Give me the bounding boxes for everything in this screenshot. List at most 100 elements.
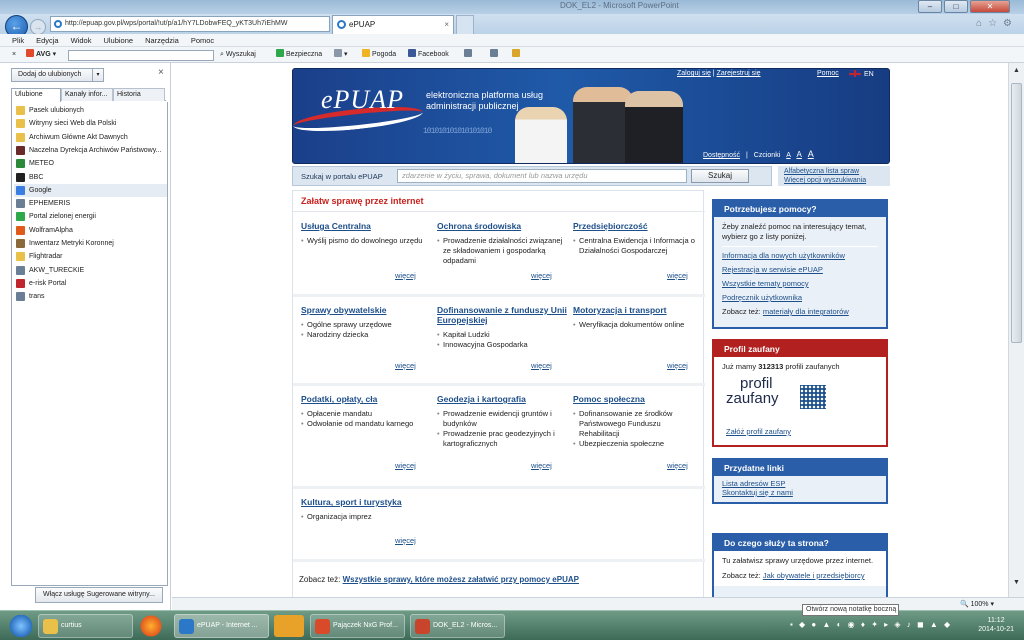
category-item-link[interactable]: Weryfikacja dokumentów online — [573, 320, 703, 330]
category-item-link[interactable]: Dofinansowanie ze środków Państwowego Fu… — [573, 409, 703, 439]
help-link-new-users[interactable]: Informacja dla nowych użytkowników — [722, 251, 878, 261]
epuap-logo[interactable]: ePUAP — [321, 85, 404, 115]
chevron-down-icon[interactable]: ▾ — [92, 69, 103, 81]
close-window-button[interactable]: ✕ — [970, 0, 1010, 13]
taskbar-item-curtius[interactable]: curtius — [38, 614, 133, 638]
outlook-icon[interactable] — [274, 615, 304, 637]
maximize-button[interactable]: □ — [944, 0, 968, 13]
category-link[interactable]: Dofinansowanie z funduszy Unii Europejsk… — [437, 305, 567, 325]
firefox-icon[interactable] — [136, 615, 166, 637]
favorites-item[interactable]: EPHEMERIS — [14, 197, 167, 210]
close-tab-icon[interactable]: × — [444, 16, 449, 33]
more-link[interactable]: więcej — [667, 271, 688, 280]
search-button[interactable]: Szukaj — [691, 169, 749, 183]
facebook-button[interactable]: Facebook — [408, 47, 449, 63]
create-profile-link[interactable]: Załóż profil zaufany — [726, 427, 791, 437]
menu-pomoc[interactable]: Pomoc — [191, 34, 214, 47]
vertical-scrollbar[interactable]: ▲ ▼ — [1008, 63, 1024, 597]
clock[interactable]: 11:12 2014-10-21 — [978, 616, 1014, 634]
category-item-link[interactable]: Kapitał Ludzki — [437, 330, 567, 340]
category-item-link[interactable]: Wyślij pismo do dowolnego urzędu — [301, 236, 431, 246]
search-input[interactable]: zdarzenie w życiu, sprawa, dokument lub … — [397, 169, 687, 183]
more-link[interactable]: więcej — [531, 271, 552, 280]
menu-widok[interactable]: Widok — [71, 34, 92, 47]
calc-button[interactable] — [464, 47, 474, 63]
font-small-link[interactable]: A — [786, 152, 790, 159]
all-services-link[interactable]: Wszystkie sprawy, które możesz załatwić … — [343, 575, 579, 584]
category-link[interactable]: Ochrona środowiska — [437, 221, 567, 231]
favorites-item[interactable]: Portal zielonej energii — [14, 210, 167, 223]
font-medium-link[interactable]: A — [796, 150, 801, 159]
more-link[interactable]: więcej — [395, 271, 416, 280]
tab-historia[interactable]: Historia — [113, 88, 165, 101]
suggested-sites-button[interactable]: Włącz usługę Sugerowane witryny... — [35, 587, 163, 603]
category-link[interactable]: Usługa Centralna — [301, 221, 431, 231]
menu-ulubione[interactable]: Ulubione — [103, 34, 133, 47]
close-favorites-icon[interactable]: × — [158, 67, 164, 78]
scroll-thumb[interactable] — [1011, 83, 1022, 343]
more-link[interactable]: więcej — [667, 461, 688, 470]
minimize-button[interactable]: – — [918, 0, 942, 13]
favorites-item[interactable]: Archiwum Główne Akt Dawnych — [14, 131, 167, 144]
trash-button[interactable]: ▾ — [334, 47, 348, 63]
help-link-all-topics[interactable]: Wszystkie tematy pomocy — [722, 279, 878, 289]
login-link[interactable]: Zaloguj się — [677, 70, 711, 77]
taskbar-item-pajaczek[interactable]: Pajączek NxG Prof... — [310, 614, 405, 638]
category-link[interactable]: Sprawy obywatelskie — [301, 305, 431, 315]
more-link[interactable]: więcej — [395, 361, 416, 370]
favorites-star-icon[interactable]: ☆ — [988, 18, 1003, 29]
favorites-item[interactable]: Witryny sieci Web dla Polski — [14, 117, 167, 130]
register-link[interactable]: Zarejestruj się — [717, 70, 761, 77]
favorites-item[interactable]: Flightradar — [14, 250, 167, 263]
category-item-link[interactable]: Odwołanie od mandatu karnego — [301, 419, 431, 429]
more-link[interactable]: więcej — [395, 461, 416, 470]
tab-kanaly[interactable]: Kanały infor... — [61, 88, 113, 101]
category-link[interactable]: Kultura, sport i turystyka — [301, 497, 431, 507]
favorites-item[interactable]: Inwentarz Metryki Koronnej — [14, 237, 167, 250]
category-item-link[interactable]: Centralna Ewidencja i Informacja o Dział… — [573, 236, 703, 256]
start-icon[interactable] — [6, 615, 36, 637]
tab-epuap[interactable]: ePUAP × — [332, 15, 454, 34]
font-large-link[interactable]: A — [808, 149, 814, 159]
purpose-see-link[interactable]: Jak obywatele i przedsiębiorcy — [763, 571, 865, 580]
menu-narzedzia[interactable]: Narzędzia — [145, 34, 179, 47]
help-link[interactable]: Pomoc — [817, 70, 839, 77]
category-item-link[interactable]: Innowacyjna Gospodarka — [437, 340, 567, 350]
category-item-link[interactable]: Prowadzenie ewidencji gruntów i budynków — [437, 409, 567, 429]
favorites-item[interactable]: Google — [14, 183, 167, 197]
more-link[interactable]: więcej — [395, 536, 416, 545]
category-link[interactable]: Podatki, opłaty, cła — [301, 394, 431, 404]
favorites-item[interactable]: trans — [14, 290, 167, 303]
taskbar-item-epuap[interactable]: ePUAP - Internet ... — [174, 614, 269, 638]
gear-icon[interactable]: ⚙ — [1003, 18, 1018, 29]
category-item-link[interactable]: Prowadzenie prac geodezyjnych i kartogra… — [437, 429, 567, 449]
category-item-link[interactable]: Ogólne sprawy urzędowe — [301, 320, 431, 330]
alphabetical-list-link[interactable]: Alfabetyczna lista spraw — [784, 168, 859, 175]
contact-link[interactable]: Skontaktuj się z nami — [722, 488, 878, 497]
language-switch[interactable]: EN — [849, 70, 874, 78]
weather-button[interactable]: Pogoda — [362, 47, 396, 63]
category-link[interactable]: Przedsiębiorczość — [573, 221, 703, 231]
scroll-down-icon[interactable]: ▼ — [1013, 579, 1020, 586]
more-link[interactable]: więcej — [531, 461, 552, 470]
tab-ulubione[interactable]: Ulubione — [11, 88, 61, 102]
esp-list-link[interactable]: Lista adresów ESP — [722, 479, 878, 488]
more-link[interactable]: więcej — [531, 361, 552, 370]
favorites-item[interactable]: BBC — [14, 171, 167, 184]
new-tab-button[interactable] — [456, 15, 474, 34]
category-link[interactable]: Motoryzacja i transport — [573, 305, 703, 315]
extra-button[interactable] — [512, 47, 522, 63]
add-to-favorites-button[interactable]: Dodaj do ulubionych ▾ — [11, 68, 104, 82]
avg-search-button[interactable]: ⌕ Wyszukaj — [220, 47, 256, 63]
accessibility-link[interactable]: Dostępność — [703, 152, 740, 159]
toolbar-close-icon[interactable]: × — [12, 47, 16, 63]
favorites-item[interactable]: WolframAlpha — [14, 224, 167, 237]
notes-button[interactable] — [490, 47, 500, 63]
favorites-item[interactable]: AKW_TURECKIE — [14, 264, 167, 277]
taskbar-item-powerpoint[interactable]: DOK_EL2 - Micros... — [410, 614, 505, 638]
avg-menu[interactable]: AVG ▾ — [26, 47, 56, 63]
menu-plik[interactable]: Plik — [12, 34, 24, 47]
category-item-link[interactable]: Narodziny dziecka — [301, 330, 431, 340]
category-link[interactable]: Geodezja i kartografia — [437, 394, 567, 404]
more-search-options-link[interactable]: Więcej opcji wyszukiwania — [784, 177, 866, 184]
